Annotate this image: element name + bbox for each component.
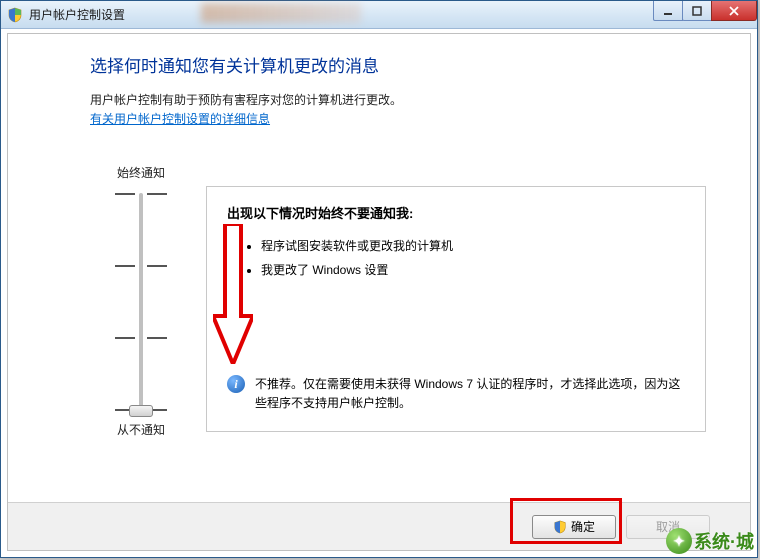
panel-bullet-list: 程序试图安装软件或更改我的计算机 我更改了 Windows 设置 xyxy=(227,234,685,282)
page-heading: 选择何时通知您有关计算机更改的消息 xyxy=(90,52,732,77)
slider-track[interactable] xyxy=(139,193,143,413)
slider-label-always: 始终通知 xyxy=(96,164,186,181)
notification-detail-panel: 出现以下情况时始终不要通知我: 程序试图安装软件或更改我的计算机 我更改了 Wi… xyxy=(206,186,706,432)
title-blur-decor xyxy=(201,3,361,23)
description-text: 用户帐户控制有助于预防有害程序对您的计算机进行更改。 xyxy=(90,91,732,110)
watermark: ✦ 系统·城 xyxy=(666,528,754,554)
list-item: 我更改了 Windows 设置 xyxy=(261,258,685,282)
button-bar: 确定 取消 xyxy=(8,502,750,550)
info-icon: i xyxy=(227,375,245,393)
watermark-text: 系统·城 xyxy=(694,528,754,554)
slider-thumb[interactable] xyxy=(129,405,153,417)
content-area: 选择何时通知您有关计算机更改的消息 用户帐户控制有助于预防有害程序对您的计算机进… xyxy=(7,33,751,551)
annotation-highlight-box xyxy=(510,498,622,544)
slider-label-never: 从不通知 xyxy=(96,421,186,438)
info-row: i 不推荐。仅在需要使用未获得 Windows 7 认证的程序时，才选择此选项，… xyxy=(227,375,687,413)
close-button[interactable] xyxy=(711,1,757,21)
window-title: 用户帐户控制设置 xyxy=(29,6,125,23)
uac-settings-window: 用户帐户控制设置 选择何时通知您有关计算机更改的消息 用户帐户控制有助于预防有害… xyxy=(0,0,758,558)
window-controls xyxy=(654,1,757,21)
titlebar[interactable]: 用户帐户控制设置 xyxy=(1,1,757,29)
list-item: 程序试图安装软件或更改我的计算机 xyxy=(261,234,685,258)
minimize-button[interactable] xyxy=(653,1,683,21)
panel-heading: 出现以下情况时始终不要通知我: xyxy=(227,203,685,222)
notification-slider-area: 始终通知 从不通知 xyxy=(96,164,186,454)
info-text: 不推荐。仅在需要使用未获得 Windows 7 认证的程序时，才选择此选项，因为… xyxy=(255,375,687,413)
shield-icon xyxy=(7,7,23,23)
watermark-badge-icon: ✦ xyxy=(666,528,692,554)
learn-more-link[interactable]: 有关用户帐户控制设置的详细信息 xyxy=(90,112,270,126)
maximize-button[interactable] xyxy=(682,1,712,21)
